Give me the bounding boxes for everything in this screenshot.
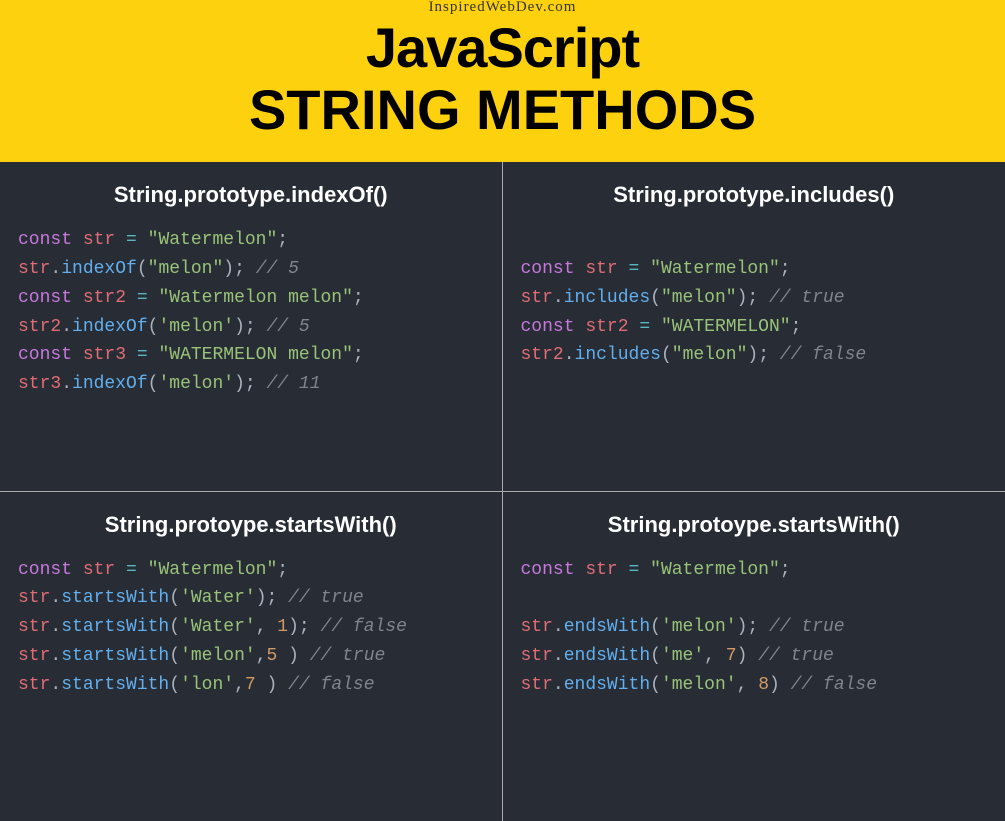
source-site: InspiredWebDev.com [0,0,1005,15]
code-block: const str = "Watermelon"; str.includes("… [521,226,988,370]
cell-includes: String.prototype.includes() const str = … [503,162,1005,492]
title-line-1: JavaScript [0,17,1005,79]
code-block: const str = "Watermelon"; str.indexOf("m… [18,226,484,399]
cell-endswith: String.protoype.startsWith() const str =… [503,492,1005,821]
cell-title: String.protoype.startsWith() [18,512,484,538]
title-line-2: STRING METHODS [0,79,1005,141]
code-block: const str = "Watermelon"; str.endsWith('… [521,556,988,700]
cell-title: String.protoype.startsWith() [521,512,988,538]
cell-indexof: String.prototype.indexOf() const str = "… [0,162,503,492]
header-banner: InspiredWebDev.com JavaScript STRING MET… [0,0,1005,162]
cell-startswith: String.protoype.startsWith() const str =… [0,492,503,821]
code-block: const str = "Watermelon"; str.startsWith… [18,556,484,700]
methods-grid: String.prototype.indexOf() const str = "… [0,162,1005,821]
cell-title: String.prototype.includes() [521,182,988,208]
cell-title: String.prototype.indexOf() [18,182,484,208]
